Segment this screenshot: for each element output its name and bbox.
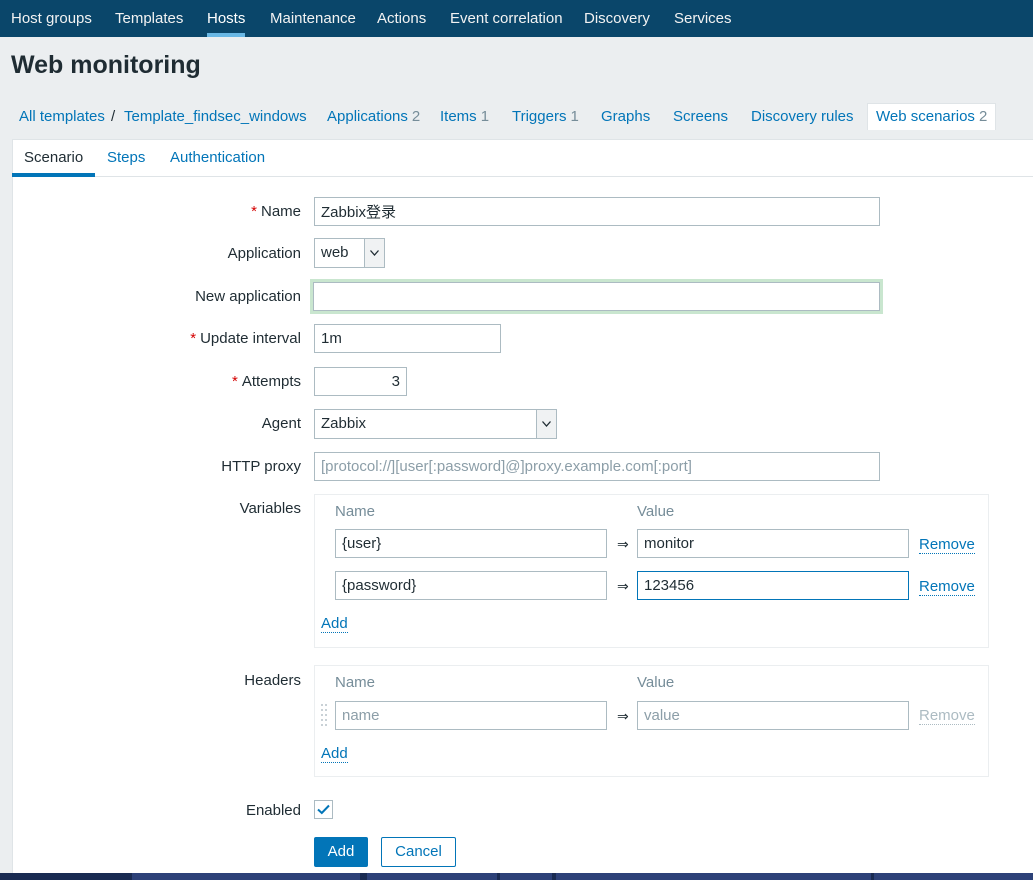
new-application-label: New application xyxy=(195,288,301,305)
name-input[interactable] xyxy=(314,197,880,226)
update-interval-input[interactable] xyxy=(314,324,501,353)
required-marker: * xyxy=(251,203,257,220)
application-select-value: web xyxy=(321,244,349,261)
variable-name-input[interactable] xyxy=(335,529,607,558)
os-taskbar xyxy=(0,873,1033,880)
arrow-icon: ⇒ xyxy=(617,578,629,594)
tab-applications[interactable]: Applications 2 xyxy=(327,108,420,125)
required-marker: * xyxy=(231,373,238,390)
header-remove-link: Remove xyxy=(919,707,975,725)
nav-hosts[interactable]: Hosts xyxy=(207,0,245,37)
cancel-button[interactable]: Cancel xyxy=(381,837,456,867)
top-navigation: Host groups Templates Hosts Maintenance … xyxy=(0,0,1033,37)
chevron-down-icon xyxy=(364,239,384,267)
nav-active-indicator xyxy=(207,33,245,37)
tab-triggers[interactable]: Triggers 1 xyxy=(512,108,579,125)
enabled-label: Enabled xyxy=(245,802,301,819)
required-marker: * xyxy=(190,330,197,347)
drag-handle-icon[interactable] xyxy=(321,704,329,726)
add-button[interactable]: Add xyxy=(314,837,368,867)
breadcrumb-separator: / xyxy=(111,108,116,125)
arrow-icon: ⇒ xyxy=(617,708,629,724)
breadcrumb-all-templates[interactable]: All templates xyxy=(19,108,105,125)
tab-graphs[interactable]: Graphs xyxy=(601,108,650,125)
subtab-steps[interactable]: Steps xyxy=(107,149,145,166)
attempts-label: * Attempts xyxy=(231,373,301,390)
application-label: Application xyxy=(227,245,301,262)
form-subtabs xyxy=(12,139,1033,177)
breadcrumb-template[interactable]: Template_findsec_windows xyxy=(124,108,307,125)
variable-value-input[interactable] xyxy=(637,529,909,558)
name-label: * Name xyxy=(251,203,301,220)
agent-select[interactable]: Zabbix xyxy=(314,409,557,439)
nav-maintenance[interactable]: Maintenance xyxy=(270,0,356,37)
headers-add-link[interactable]: Add xyxy=(321,745,348,763)
headers-col-name: Name xyxy=(335,674,376,691)
nav-actions[interactable]: Actions xyxy=(377,0,426,37)
variables-add-link[interactable]: Add xyxy=(321,615,348,633)
http-proxy-label: HTTP proxy xyxy=(221,458,301,475)
agent-select-value: Zabbix xyxy=(321,415,367,432)
header-name-input[interactable] xyxy=(335,701,607,730)
variables-col-name: Name xyxy=(335,503,376,520)
nav-event-correlation[interactable]: Event correlation xyxy=(450,0,563,37)
headers-label: Headers xyxy=(244,672,301,689)
update-interval-label: * Update interval xyxy=(190,330,301,347)
variable-value-input[interactable] xyxy=(637,571,909,600)
enabled-checkbox[interactable] xyxy=(314,800,333,819)
variable-remove-link[interactable]: Remove xyxy=(919,536,975,554)
subtab-active-indicator xyxy=(12,173,95,177)
chevron-down-icon xyxy=(536,410,556,438)
agent-label: Agent xyxy=(261,415,301,432)
variables-label: Variables xyxy=(239,500,301,517)
check-icon xyxy=(317,804,330,815)
variable-remove-link[interactable]: Remove xyxy=(919,578,975,596)
arrow-icon: ⇒ xyxy=(617,536,629,552)
subtab-scenario[interactable]: Scenario xyxy=(24,149,83,166)
nav-host-groups[interactable]: Host groups xyxy=(11,0,92,37)
application-select[interactable]: web xyxy=(314,238,385,268)
tab-web-scenarios[interactable]: Web scenarios 2 xyxy=(876,108,987,125)
attempts-input[interactable] xyxy=(314,367,407,396)
header-value-input[interactable] xyxy=(637,701,909,730)
nav-discovery[interactable]: Discovery xyxy=(584,0,650,37)
nav-services[interactable]: Services xyxy=(674,0,732,37)
tab-discovery-rules[interactable]: Discovery rules xyxy=(751,108,854,125)
http-proxy-input[interactable] xyxy=(314,452,880,481)
page-title: Web monitoring xyxy=(11,51,201,79)
tab-items[interactable]: Items 1 xyxy=(440,108,489,125)
nav-templates[interactable]: Templates xyxy=(115,0,183,37)
new-application-input[interactable] xyxy=(313,282,880,311)
subtab-authentication[interactable]: Authentication xyxy=(170,149,265,166)
tab-screens[interactable]: Screens xyxy=(673,108,728,125)
variables-col-value: Value xyxy=(637,503,675,520)
headers-col-value: Value xyxy=(637,674,675,691)
variable-name-input[interactable] xyxy=(335,571,607,600)
